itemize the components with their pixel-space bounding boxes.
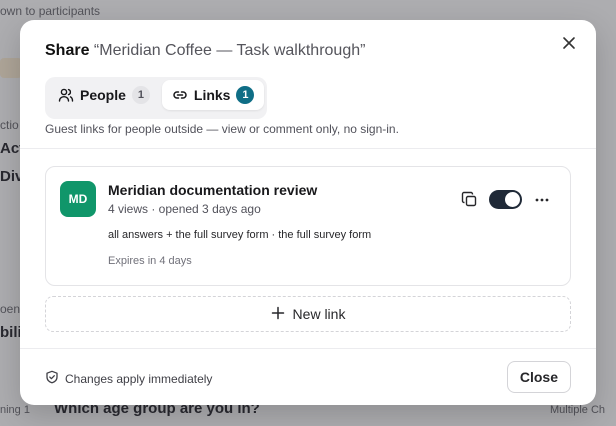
- link-meta: 4 views · opened 3 days ago: [108, 202, 261, 216]
- people-count-badge: 1: [131, 86, 150, 104]
- dialog-title: Share “Meridian Coffee — Task walkthroug…: [45, 42, 571, 60]
- link-expiry: Expires in 4 days: [108, 255, 192, 267]
- plus-icon: [271, 306, 285, 323]
- link-title: Meridian documentation review: [108, 182, 318, 198]
- link-enabled-toggle[interactable]: [489, 190, 522, 209]
- copy-icon[interactable]: [461, 191, 479, 209]
- share-tabs: People 1 Links 1: [45, 77, 268, 119]
- dialog-header: Share “Meridian Coffee — Task walkthroug…: [45, 42, 571, 60]
- share-link-card: MD Meridian documentation review 4 views…: [45, 166, 571, 286]
- close-icon[interactable]: [560, 36, 578, 54]
- people-icon: [58, 87, 74, 103]
- tab-links-label: Links: [193, 87, 231, 103]
- link-icon: [172, 87, 188, 103]
- links-description: Guest links for people outside — view or…: [45, 122, 399, 136]
- share-dialog: Share “Meridian Coffee — Task walkthroug…: [20, 20, 596, 405]
- avatar: MD: [60, 181, 96, 217]
- new-link-button[interactable]: New link: [45, 296, 571, 332]
- title-document-name: “Meridian Coffee — Task walkthrough”: [93, 42, 366, 59]
- new-link-label: New link: [292, 306, 346, 322]
- title-prefix: Share: [45, 42, 90, 59]
- links-count-badge: 1: [236, 86, 255, 104]
- tab-people[interactable]: People 1: [48, 80, 160, 110]
- close-button[interactable]: Close: [506, 361, 571, 393]
- footer-note-text: Changes apply immediately: [65, 371, 213, 386]
- link-scope: all answers + the full survey form · the…: [108, 229, 372, 241]
- more-options-icon[interactable]: [533, 191, 551, 209]
- tab-people-label: People: [80, 87, 126, 103]
- footer-divider: [20, 348, 596, 349]
- tab-links[interactable]: Links 1: [161, 80, 265, 110]
- footer-note: Changes apply immediately: [45, 370, 212, 387]
- divider: [20, 148, 596, 149]
- shield-icon: [45, 370, 59, 387]
- toggle-knob: [505, 192, 520, 207]
